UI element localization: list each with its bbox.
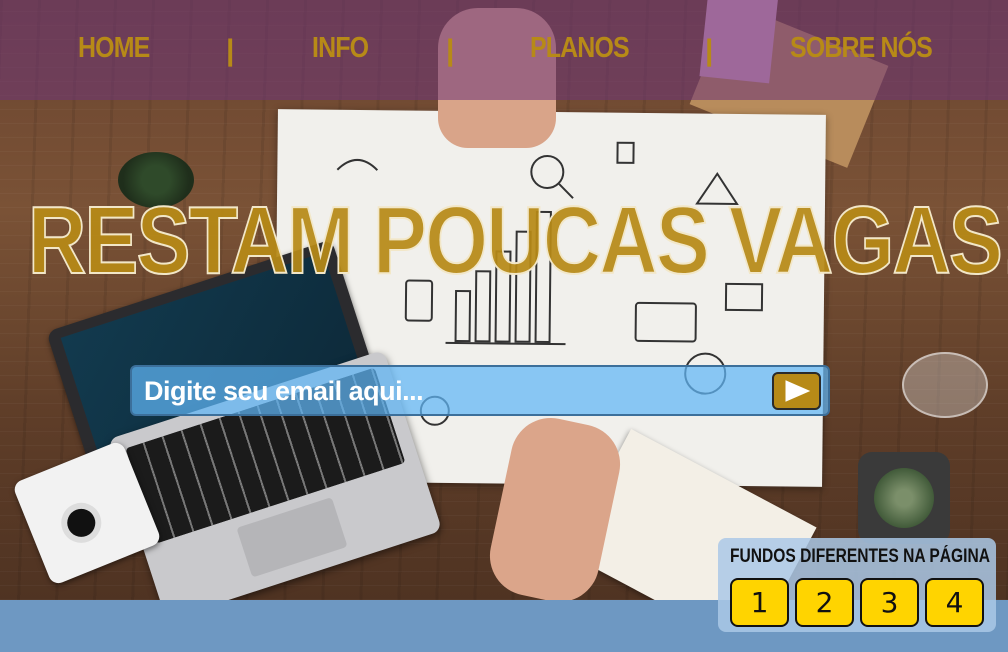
background-switcher-title: FUNDOS DIFERENTES NA PÁGINA bbox=[730, 546, 990, 567]
play-arrow-icon bbox=[785, 380, 810, 402]
background-3-button[interactable]: 3 bbox=[860, 578, 919, 627]
send-button[interactable] bbox=[772, 372, 821, 410]
background-2-button[interactable]: 2 bbox=[795, 578, 854, 627]
background-4-button[interactable]: 4 bbox=[925, 578, 984, 627]
background-switcher: FUNDOS DIFERENTES NA PÁGINA 1 2 3 4 bbox=[718, 538, 996, 632]
glass-decoration bbox=[902, 352, 988, 418]
nav-separator: | bbox=[446, 34, 455, 67]
camera-lens bbox=[55, 496, 108, 549]
background-1-button[interactable]: 1 bbox=[730, 578, 789, 627]
nav-home-link[interactable]: HOME bbox=[78, 32, 150, 72]
nav-planos-link[interactable]: PLANOS bbox=[530, 32, 630, 72]
nav-separator: | bbox=[226, 34, 235, 67]
email-subscribe-bar bbox=[130, 365, 830, 416]
cactus-decoration bbox=[858, 452, 950, 544]
top-navigation: HOME | INFO | PLANOS | SOBRE NÓS bbox=[0, 0, 1008, 100]
nav-sobre-nos-link[interactable]: SOBRE NÓS bbox=[790, 32, 933, 72]
nav-info-link[interactable]: INFO bbox=[312, 32, 369, 72]
nav-separator: | bbox=[705, 34, 714, 67]
hero-headline: RESTAM POUCAS VAGAS! bbox=[27, 186, 1008, 295]
email-input[interactable] bbox=[144, 371, 764, 411]
